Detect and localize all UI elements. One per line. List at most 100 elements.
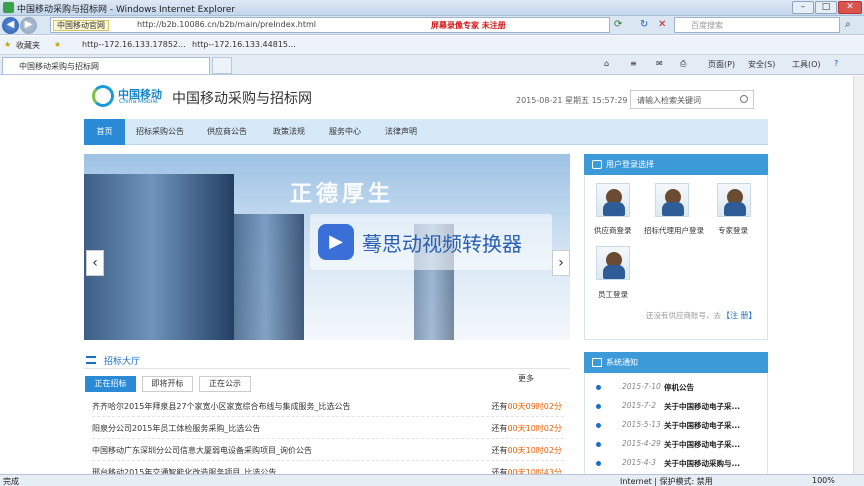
home-icon[interactable]: ⌂ [604,59,609,68]
new-tab-button[interactable] [212,57,232,74]
main-nav: 首页 招标采购公告 供应商公告 政策法规 服务中心 法律声明 [84,119,768,145]
site-title: 中国移动采购与招标网 [172,91,312,107]
status-text: 完成 [3,477,19,486]
notice-text[interactable]: 关于中国移动电子采... [664,420,740,431]
bullet-icon [596,385,601,390]
nav-tender-notice[interactable]: 招标采购公告 [129,119,191,145]
staff-login-icon[interactable] [596,246,630,280]
close-button[interactable]: ✕ [838,1,862,14]
expert-login-link[interactable]: 专家登录 [718,225,748,236]
tab-bidding[interactable]: 正在招标 [85,376,136,392]
notice-date: 2015-7-10 [622,382,661,391]
banner-building [84,174,234,340]
tab-active[interactable]: 中国移动采购与招标网 [2,57,210,74]
tab-publicity[interactable]: 正在公示 [199,376,251,392]
bullet-icon [596,461,601,466]
favorite-link-2[interactable]: http--172.16.133.44815... [192,40,296,49]
notice-text[interactable]: 关于中国移动电子采... [664,439,740,450]
add-favorite-icon[interactable]: ★ [54,40,61,49]
help-menu[interactable]: ? [834,59,838,68]
vertical-scrollbar[interactable] [853,76,864,474]
notice-date: 2015-4-29 [622,439,661,448]
more-link[interactable]: 更多 [518,373,534,384]
tender-title[interactable]: 齐齐哈尔2015年拜泉县27个家宽小区家宽综合布线与集成服务_比选公告 [92,401,351,412]
china-mobile-logo-icon [92,85,114,107]
window-title-bar: 中国移动采购与招标网 - Windows Internet Explorer –… [0,0,864,16]
compat-icon[interactable]: ⟳ [614,19,622,30]
current-datetime: 2015-08-21 星期五 15:57:29 [516,96,628,105]
print-icon[interactable]: ⎙ [680,59,686,69]
nav-policy[interactable]: 政策法规 [264,119,314,145]
star-icon: ★ [4,40,12,49]
notice-date: 2015-5-13 [622,420,661,429]
bullet-icon [596,423,601,428]
agent-login-icon[interactable] [655,183,689,217]
notice-date: 2015-4-3 [622,458,657,467]
back-button[interactable]: ◀ [2,17,19,34]
security-zone: Internet | 保护模式: 禁用 [620,477,713,486]
browser-search-input[interactable]: 百度搜索 [674,17,840,33]
user-icon [592,160,602,169]
notice-icon [592,358,602,367]
banner-prev-button[interactable]: ‹ [86,250,104,276]
mail-icon[interactable]: ✉ [656,59,663,68]
banner-building [234,214,304,340]
expert-login-icon[interactable] [717,183,751,217]
tender-title[interactable]: 阳泉分公司2015年员工体检服务采购_比选公告 [92,423,260,434]
minimize-button[interactable]: – [792,1,814,14]
address-toolbar: ◀ ▶ 中国移动官网 http://b2b.10086.cn/b2b/main/… [0,16,864,35]
notice-text[interactable]: 停机公告 [664,382,694,393]
tab-bar: 中国移动采购与招标网 ⌂ ≡ ✉ ⎙ 页面(P) 安全(S) 工具(O) ? [0,55,864,75]
video-converter-watermark: ▶ 蓦思动视频转换器 [310,214,552,270]
banner-carousel[interactable]: 正德厚生 ▶ 蓦思动视频转换器 ‹ › [84,154,570,340]
time-remaining: 还有00天10时02分 [491,446,562,455]
tender-title[interactable]: 中国移动广东深圳分公司信息大厦弱电设备采购项目_询价公告 [92,445,312,456]
tender-row[interactable]: 齐齐哈尔2015年拜泉县27个家宽小区家宽综合布线与集成服务_比选公告 还有00… [92,397,564,417]
favorite-link-1[interactable]: http--172.16.133.17852... [82,40,186,49]
staff-login-link[interactable]: 员工登录 [598,289,628,300]
stop-icon[interactable]: ✕ [658,19,666,30]
time-remaining: 还有00天09时02分 [491,402,562,411]
window-title: 中国移动采购与招标网 - Windows Internet Explorer [17,5,236,15]
maximize-button[interactable]: □ [815,1,837,14]
converter-logo-icon: ▶ [318,224,354,260]
time-remaining: 还有00天10时02分 [491,424,562,433]
feeds-icon[interactable]: ≡ [630,59,637,68]
brand-en: China Mobile [119,98,158,105]
nav-home[interactable]: 首页 [84,119,125,145]
nav-legal[interactable]: 法律声明 [376,119,426,145]
nav-service[interactable]: 服务中心 [320,119,370,145]
forward-button[interactable]: ▶ [20,17,37,34]
supplier-login-icon[interactable] [596,183,630,217]
address-bar[interactable]: 中国移动官网 http://b2b.10086.cn/b2b/main/preI… [50,17,610,33]
register-link[interactable]: 【注 册】 [722,310,757,321]
notice-panel-title: 系统通知 [584,352,768,373]
agent-login-link[interactable]: 招标代理用户登录 [644,225,704,236]
tools-menu[interactable]: 工具(O) [792,59,821,70]
ie-icon [3,2,14,13]
banner-next-button[interactable]: › [552,250,570,276]
list-icon [86,356,96,364]
site-search-input[interactable]: 请输入检索关键词 [630,90,754,109]
site-search-icon[interactable] [740,95,748,103]
banner-calligraphy: 正德厚生 [290,181,395,207]
refresh-icon[interactable]: ↻ [640,19,648,30]
favorites-button[interactable]: 收藏夹 [16,40,40,51]
safety-menu[interactable]: 安全(S) [748,59,775,70]
page-menu[interactable]: 页面(P) [708,59,735,70]
search-icon[interactable]: ⌕ [845,19,851,30]
notice-text[interactable]: 关于中国移动电子采... [664,401,740,412]
bullet-icon [596,442,601,447]
nav-supplier-notice[interactable]: 供应商公告 [198,119,256,145]
notice-text[interactable]: 关于中国移动采购与... [664,458,740,469]
recorder-watermark: 屏幕录像专家 未注册 [431,21,506,30]
supplier-login-link[interactable]: 供应商登录 [594,225,632,236]
tender-row[interactable]: 阳泉分公司2015年员工体检服务采购_比选公告 还有00天10时02分 [92,419,564,439]
tab-opening-soon[interactable]: 即将开标 [142,376,193,392]
url-text[interactable]: http://b2b.10086.cn/b2b/main/preIndex.ht… [137,20,316,29]
tender-row[interactable]: 中国移动广东深圳分公司信息大厦弱电设备采购项目_询价公告 还有00天10时02分 [92,441,564,461]
watermark-text: 蓦思动视频转换器 [362,232,522,256]
tab-label: 中国移动采购与招标网 [19,62,99,71]
tender-hall-title: 招标大厅 [104,357,141,367]
zoom-level[interactable]: 100% [812,476,835,485]
